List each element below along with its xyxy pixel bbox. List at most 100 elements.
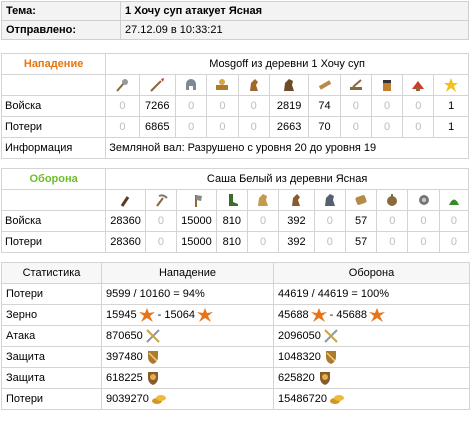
cell: 28360 — [105, 210, 146, 232]
helmet-icon — [292, 194, 301, 206]
crossed-swords-icon — [146, 329, 160, 343]
cell: 0 — [402, 95, 435, 117]
cell: 0 — [339, 95, 372, 117]
stat-attack: 870650 — [101, 325, 274, 347]
stat-value: 1048320 — [278, 350, 321, 363]
cell: 0 — [206, 116, 239, 138]
attack-troops-row: Войска 0 7266 0 0 0 2819 74 0 0 0 1 — [0, 95, 469, 117]
stat-value: 397480 — [106, 350, 143, 363]
cell: 6865 — [138, 116, 177, 138]
helmet-icon — [186, 79, 197, 90]
attack-losses-row: Потери 0 6865 0 0 0 2663 70 0 0 0 1 — [0, 116, 469, 138]
stat-defense: 45688 - 45688 — [273, 304, 470, 326]
defense-role-label: Оборона — [29, 173, 78, 185]
attack-role-label: Нападение — [23, 58, 84, 70]
cell: 1 — [433, 116, 469, 138]
cell: 0 — [105, 116, 140, 138]
battle-report: Тема: 1 Хочу суп атакует Ясная Отправлен… — [0, 0, 471, 424]
cell: 70 — [308, 116, 341, 138]
cell: 0 — [175, 116, 208, 138]
cell: 0 — [237, 95, 270, 117]
stats-header-row: Статистика Нападение Оборона — [1, 262, 470, 284]
attack-title-row: Нападение Mosgoff из деревни 1 Хочу суп — [0, 53, 469, 75]
spear-icon — [150, 78, 165, 92]
cell: 0 — [402, 116, 435, 138]
stat-attack: 9599 / 10160 = 94% — [101, 283, 274, 305]
row-label: Войска — [0, 210, 107, 232]
cell: 0 — [144, 210, 178, 232]
settler-icon — [412, 81, 425, 91]
cell: 0 — [237, 116, 270, 138]
cell: 0 — [407, 210, 440, 232]
cell: 0 — [370, 116, 404, 138]
stat-attack: 15945 - 15064 — [101, 304, 274, 326]
sent-value: 27.12.09 в 10:33:21 — [120, 20, 469, 40]
cell: 0 — [407, 231, 440, 253]
crossed-swords-icon — [324, 329, 338, 343]
horse-shield-icon — [319, 372, 330, 385]
cell: 0 — [105, 95, 140, 117]
cell: 7266 — [138, 95, 177, 117]
subject-row: Тема: 1 Хочу суп атакует Ясная — [1, 1, 469, 21]
attacker-title: Mosgoff из деревни 1 Хочу суп — [105, 53, 469, 75]
axe-icon — [195, 195, 203, 207]
hero-icon — [444, 78, 459, 92]
cell: 0 — [438, 210, 470, 232]
cell: 392 — [278, 231, 315, 253]
defender-title: Саша Белый из деревни Ясная — [105, 168, 469, 190]
horse-knight-icon — [249, 79, 258, 91]
grain-burst-icon — [196, 308, 213, 322]
bomb-icon — [387, 194, 398, 206]
stat-label: Зерно — [1, 304, 102, 326]
grain-burst-icon — [368, 308, 385, 322]
row-label: Потери — [0, 231, 107, 253]
info-value: Земляной вал: Разрушено с уровня 20 до у… — [105, 137, 469, 159]
stat-defense: 625820 — [273, 367, 470, 389]
stat-value: 2096050 — [278, 329, 321, 342]
stat-value: - 15064 — [154, 308, 195, 321]
subject-value: 1 Хочу суп атакует Ясная — [120, 1, 469, 21]
stats-row-attack: Атака 870650 2096050 — [1, 325, 470, 347]
stat-value: - 45688 — [326, 308, 367, 321]
cell: 28360 — [105, 231, 146, 253]
cell: 2663 — [268, 116, 310, 138]
stat-attack: 618225 — [101, 367, 274, 389]
cell: 1 — [433, 95, 469, 117]
chief-icon — [383, 80, 392, 91]
stats-header: Статистика — [1, 262, 102, 284]
cell: 0 — [376, 210, 409, 232]
stat-defense: 1048320 — [273, 346, 470, 368]
defense-troops-row: Войска 28360 0 15000 810 0 392 0 57 0 0 … — [0, 210, 470, 232]
horse-knight-icon — [324, 194, 335, 206]
row-label: Потери — [0, 116, 107, 138]
stat-value: 625820 — [278, 371, 315, 384]
defense-table: Оборона Саша Белый из деревни Ясная Войс… — [0, 168, 470, 253]
stats-row-defense: Защита 397480 1048320 — [1, 346, 470, 368]
cell: 0 — [144, 231, 178, 253]
stats-row-defense-cavalry: Защита 618225 625820 — [1, 367, 470, 389]
attack-table: Нападение Mosgoff из деревни 1 Хочу суп … — [0, 53, 469, 159]
stats-header-attack: Нападение — [101, 262, 274, 284]
attack-icon-row — [0, 74, 469, 96]
shield-icon — [325, 351, 336, 364]
grain-burst-icon — [310, 308, 327, 322]
cell: 57 — [344, 231, 378, 253]
catapult-icon — [349, 79, 362, 90]
cell: 0 — [175, 95, 208, 117]
cell: 15000 — [176, 231, 217, 253]
horse-icon — [284, 79, 295, 91]
cell: 15000 — [176, 210, 217, 232]
defense-losses-row: Потери 28360 0 15000 810 0 392 0 57 0 0 … — [0, 231, 470, 253]
stat-value: 15945 — [106, 308, 137, 321]
row-label: Войска — [0, 95, 107, 117]
defense-title-row: Оборона Саша Белый из деревни Ясная — [0, 168, 469, 190]
cell: 0 — [376, 231, 409, 253]
stats-header-defense: Оборона — [273, 262, 470, 284]
horse-icon — [258, 194, 269, 206]
stat-defense: 2096050 — [273, 325, 470, 347]
info-label: Информация — [0, 137, 107, 159]
cell: 0 — [313, 231, 346, 253]
attack-info-row: Информация Земляной вал: Разрушено с уро… — [0, 137, 469, 159]
cell: 0 — [246, 210, 280, 232]
stat-value: 15486720 — [278, 392, 327, 405]
